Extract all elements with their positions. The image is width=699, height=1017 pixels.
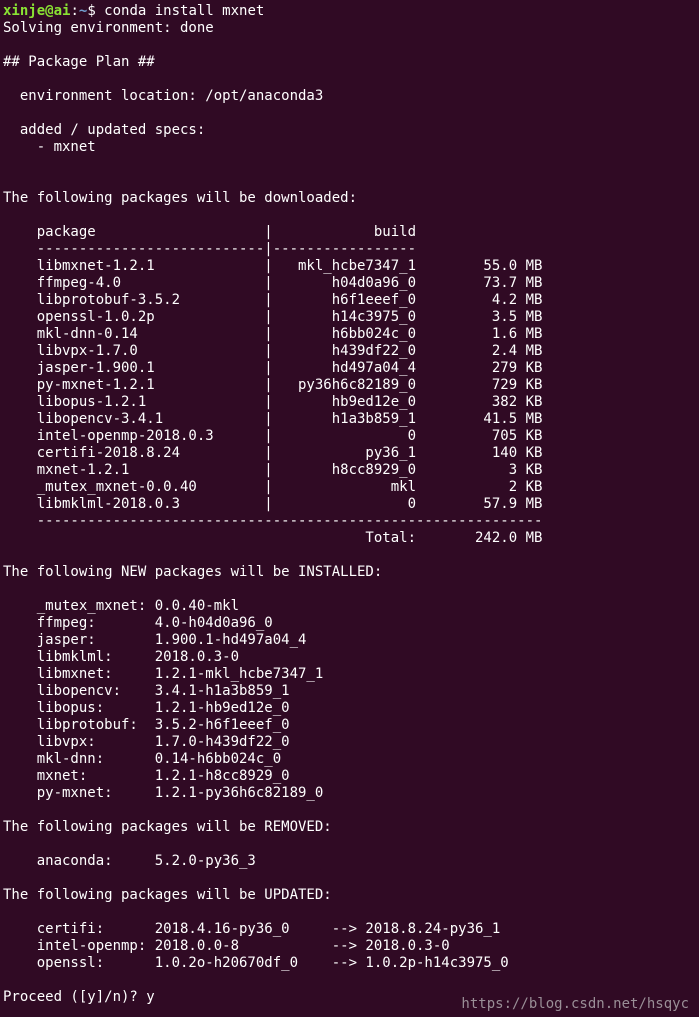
output-line: libopencv: 3.4.1-h1a3b859_1 <box>3 683 290 699</box>
output-line: environment location: /opt/anaconda3 <box>3 88 324 104</box>
output-line: libmklml: 2018.0.3-0 <box>3 649 240 665</box>
output-line: ffmpeg: 4.0-h04d0a96_0 <box>3 615 273 631</box>
output-line: - mxnet <box>3 139 96 155</box>
output-line: libmklml-2018.0.3 | 0 57.9 MB <box>3 496 543 512</box>
output-line: libvpx: 1.7.0-h439df22_0 <box>3 734 290 750</box>
output-line: The following packages will be UPDATED: <box>3 887 332 903</box>
output-line: mxnet-1.2.1 | h8cc8929_0 3 KB <box>3 462 543 478</box>
terminal-output: Solving environment: done ## Package Pla… <box>3 20 699 1006</box>
output-line: openssl-1.0.2p | h14c3975_0 3.5 MB <box>3 309 543 325</box>
output-line: jasper: 1.900.1-hd497a04_4 <box>3 632 307 648</box>
prompt-symbol: $ <box>87 3 105 19</box>
output-line: libopus: 1.2.1-hb9ed12e_0 <box>3 700 290 716</box>
output-line: openssl: 1.0.2o-h20670df_0 --> 1.0.2p-h1… <box>3 955 509 971</box>
output-line: _mutex_mxnet: 0.0.40-mkl <box>3 598 240 614</box>
output-line: libvpx-1.7.0 | h439df22_0 2.4 MB <box>3 343 543 359</box>
output-line: ----------------------------------------… <box>3 513 543 529</box>
output-line: jasper-1.900.1 | hd497a04_4 279 KB <box>3 360 543 376</box>
prompt-line: xinje@ai:~$ conda install mxnet <box>3 3 699 20</box>
output-line: mkl-dnn: 0.14-h6bb024c_0 <box>3 751 282 767</box>
output-line: libprotobuf: 3.5.2-h6f1eeef_0 <box>3 717 290 733</box>
output-line: ---------------------------|------------… <box>3 241 417 257</box>
prompt-command: conda install mxnet <box>104 3 265 19</box>
output-line: certifi: 2018.4.16-py36_0 --> 2018.8.24-… <box>3 921 501 937</box>
prompt-user: xinje@ai <box>3 3 71 19</box>
output-line: libopus-1.2.1 | hb9ed12e_0 382 KB <box>3 394 543 410</box>
output-line: libmxnet: 1.2.1-mkl_hcbe7347_1 <box>3 666 324 682</box>
output-line: The following packages will be REMOVED: <box>3 819 332 835</box>
output-line: _mutex_mxnet-0.0.40 | mkl 2 KB <box>3 479 543 495</box>
output-line: Total: 242.0 MB <box>3 530 543 546</box>
output-line: added / updated specs: <box>3 122 206 138</box>
output-line: package | build <box>3 224 417 240</box>
output-line: The following NEW packages will be INSTA… <box>3 564 383 580</box>
terminal-window[interactable]: xinje@ai:~$ conda install mxnet Solving … <box>0 0 699 1017</box>
output-line: intel-openmp-2018.0.3 | 0 705 KB <box>3 428 543 444</box>
output-line: ffmpeg-4.0 | h04d0a96_0 73.7 MB <box>3 275 543 291</box>
output-line: libmxnet-1.2.1 | mkl_hcbe7347_1 55.0 MB <box>3 258 543 274</box>
output-line: mkl-dnn-0.14 | h6bb024c_0 1.6 MB <box>3 326 543 342</box>
output-line: certifi-2018.8.24 | py36_1 140 KB <box>3 445 543 461</box>
output-line: The following packages will be downloade… <box>3 190 358 206</box>
prompt-colon: : <box>70 3 79 19</box>
output-line: ## Package Plan ## <box>3 54 155 70</box>
output-line: Solving environment: done <box>3 20 214 36</box>
watermark: https://blog.csdn.net/hsqyc <box>461 996 689 1012</box>
output-line: intel-openmp: 2018.0.0-8 --> 2018.0.3-0 <box>3 938 450 954</box>
output-line: py-mxnet-1.2.1 | py36h6c82189_0 729 KB <box>3 377 543 393</box>
output-line: mxnet: 1.2.1-h8cc8929_0 <box>3 768 290 784</box>
output-line: py-mxnet: 1.2.1-py36h6c82189_0 <box>3 785 324 801</box>
output-line: anaconda: 5.2.0-py36_3 <box>3 853 256 869</box>
output-line: libopencv-3.4.1 | h1a3b859_1 41.5 MB <box>3 411 543 427</box>
output-line: libprotobuf-3.5.2 | h6f1eeef_0 4.2 MB <box>3 292 543 308</box>
